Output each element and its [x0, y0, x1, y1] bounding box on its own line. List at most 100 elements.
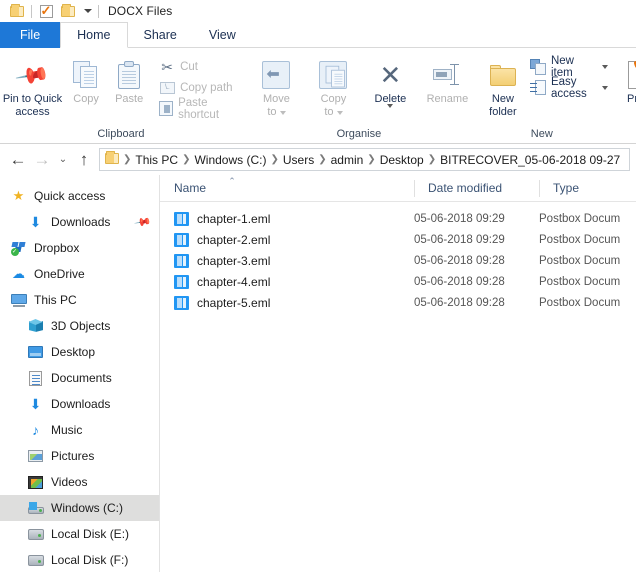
- file-type-cell: Postbox Docum: [539, 212, 621, 225]
- move-to-caret-icon[interactable]: [279, 110, 286, 115]
- recent-locations-caret-icon[interactable]: ⌄: [54, 148, 72, 172]
- breadcrumb-item-this-pc[interactable]: This PC: [132, 153, 181, 167]
- copy-button[interactable]: Copy: [65, 53, 107, 106]
- new-item-button[interactable]: New item: [528, 55, 608, 79]
- breadcrumb-sep-0: ❯: [123, 154, 132, 165]
- copy-label: Copy: [73, 93, 99, 105]
- back-button[interactable]: ←: [6, 148, 30, 172]
- new-item-icon: [529, 58, 546, 75]
- pin-to-quick-access-button[interactable]: 📌 Pin to Quick access: [0, 53, 65, 119]
- breadcrumb-item-current-folder[interactable]: BITRECOVER_05-06-2018 09-27: [437, 153, 623, 167]
- sidebar-item-this-pc[interactable]: This PC: [0, 287, 159, 313]
- column-divider[interactable]: [414, 179, 415, 197]
- breadcrumb-item-desktop[interactable]: Desktop: [377, 153, 427, 167]
- scissors-icon: ✂: [161, 58, 173, 75]
- qat-new-folder-icon[interactable]: [57, 1, 79, 21]
- sidebar-item-local-disk-e[interactable]: Local Disk (E:): [0, 521, 159, 547]
- breadcrumb-sep-1[interactable]: ❯: [181, 154, 191, 165]
- move-to-button[interactable]: ⬅ Move to: [248, 53, 305, 119]
- breadcrumb[interactable]: ❯ This PC ❯ Windows (C:) ❯ Users ❯ admin…: [99, 148, 630, 171]
- qat-folder-icon[interactable]: [6, 1, 28, 21]
- breadcrumb-sep-5[interactable]: ❯: [427, 154, 437, 165]
- breadcrumb-sep-2[interactable]: ❯: [269, 154, 279, 165]
- forward-button[interactable]: →: [30, 148, 54, 172]
- copy-to-label-line1: Copy: [320, 93, 347, 105]
- sidebar-item-label: Local Disk (E:): [51, 527, 130, 541]
- eml-file-icon: [174, 295, 189, 310]
- move-to-icon: ⬅: [262, 57, 291, 93]
- easy-access-button[interactable]: Easy access: [528, 76, 608, 100]
- download-arrow-icon: ⬇: [29, 213, 42, 230]
- sidebar-item-onedrive[interactable]: ☁ OneDrive: [0, 261, 159, 287]
- sidebar-item-videos[interactable]: Videos: [0, 469, 159, 495]
- sidebar-item-documents[interactable]: Documents: [0, 365, 159, 391]
- paste-button[interactable]: Paste: [107, 53, 151, 106]
- delete-button[interactable]: ✕ Delete: [362, 53, 419, 121]
- tab-share[interactable]: Share: [128, 22, 193, 48]
- sidebar-item-label: Dropbox: [34, 241, 80, 255]
- sidebar-item-label: 3D Objects: [51, 319, 111, 333]
- sidebar-item-music[interactable]: ♪ Music: [0, 417, 159, 443]
- column-header-date-modified[interactable]: Date modified: [414, 175, 539, 202]
- copy-to-caret-icon[interactable]: [336, 110, 343, 115]
- videos-icon: [27, 474, 44, 491]
- delete-x-icon: ✕: [379, 60, 402, 90]
- copy-path-label: Copy path: [180, 81, 233, 94]
- paste-shortcut-button[interactable]: Paste shortcut: [157, 97, 242, 121]
- table-row[interactable]: chapter-2.eml 05-06-2018 09:29 Postbox D…: [160, 229, 636, 250]
- copy-to-button[interactable]: Copy to: [305, 53, 362, 119]
- cut-button[interactable]: ✂ Cut: [157, 56, 242, 77]
- table-row[interactable]: chapter-4.eml 05-06-2018 09:28 Postbox D…: [160, 271, 636, 292]
- pictures-icon: [27, 448, 44, 465]
- column-header-name[interactable]: Name ⌃: [160, 175, 414, 202]
- column-headers: Name ⌃ Date modified Type: [160, 175, 636, 202]
- tab-file[interactable]: File: [0, 22, 61, 48]
- file-name-cell: chapter-1.eml: [160, 211, 414, 226]
- move-to-label-line1: Move: [262, 93, 290, 105]
- breadcrumb-sep-4[interactable]: ❯: [366, 154, 376, 165]
- tab-home[interactable]: Home: [60, 22, 128, 48]
- desktop-icon: [27, 344, 44, 361]
- table-row[interactable]: chapter-3.eml 05-06-2018 09:28 Postbox D…: [160, 250, 636, 271]
- new-folder-button[interactable]: New folder: [482, 53, 524, 119]
- sidebar-item-label: Quick access: [34, 189, 106, 203]
- pin-icon[interactable]: 📌: [134, 213, 153, 232]
- tab-view[interactable]: View: [193, 22, 252, 48]
- sidebar-item-3d-objects[interactable]: 3D Objects: [0, 313, 159, 339]
- sidebar-item-downloads-quick[interactable]: ⬇ Downloads 📌: [0, 209, 159, 235]
- properties-icon: [627, 55, 636, 93]
- file-date-cell: 05-06-2018 09:29: [414, 233, 505, 246]
- this-pc-icon: [10, 292, 27, 309]
- table-row[interactable]: chapter-5.eml 05-06-2018 09:28 Postbox D…: [160, 292, 636, 313]
- up-button[interactable]: ↑: [72, 148, 96, 172]
- sidebar-item-downloads[interactable]: ⬇ Downloads: [0, 391, 159, 417]
- qat-properties-icon[interactable]: [35, 1, 57, 21]
- sidebar-item-label: Videos: [51, 475, 88, 489]
- delete-caret-icon[interactable]: [387, 104, 394, 120]
- breadcrumb-item-users[interactable]: Users: [280, 153, 317, 167]
- sidebar-item-desktop[interactable]: Desktop: [0, 339, 159, 365]
- sidebar-item-dropbox[interactable]: ✓ Dropbox: [0, 235, 159, 261]
- sidebar-item-local-disk-f[interactable]: Local Disk (F:): [0, 547, 159, 572]
- sidebar-item-label: Documents: [51, 371, 112, 385]
- column-divider[interactable]: [539, 179, 540, 197]
- properties-button[interactable]: Prope: [616, 53, 636, 121]
- breadcrumb-item-admin[interactable]: admin: [328, 153, 367, 167]
- breadcrumb-sep-3[interactable]: ❯: [317, 154, 327, 165]
- file-type-cell: Postbox Docum: [539, 275, 621, 288]
- sidebar-item-quick-access[interactable]: ★ Quick access: [0, 183, 159, 209]
- breadcrumb-item-windows-c[interactable]: Windows (C:): [191, 153, 269, 167]
- qat-customize-caret-icon[interactable]: [79, 9, 95, 13]
- copy-path-button[interactable]: \.. Copy path: [157, 77, 242, 98]
- windows-drive-icon: [27, 500, 44, 517]
- sidebar-item-windows-c[interactable]: Windows (C:): [0, 495, 159, 521]
- copy-icon: [73, 57, 99, 93]
- download-arrow-icon: ⬇: [29, 395, 42, 412]
- column-header-type[interactable]: Type: [539, 175, 636, 202]
- rename-label: Rename: [426, 93, 469, 105]
- rename-button[interactable]: Rename: [419, 53, 476, 106]
- table-row[interactable]: chapter-1.eml 05-06-2018 09:29 Postbox D…: [160, 208, 636, 229]
- file-name-cell: chapter-4.eml: [160, 274, 414, 289]
- sidebar-item-pictures[interactable]: Pictures: [0, 443, 159, 469]
- group-label-clipboard: Clipboard: [97, 128, 145, 140]
